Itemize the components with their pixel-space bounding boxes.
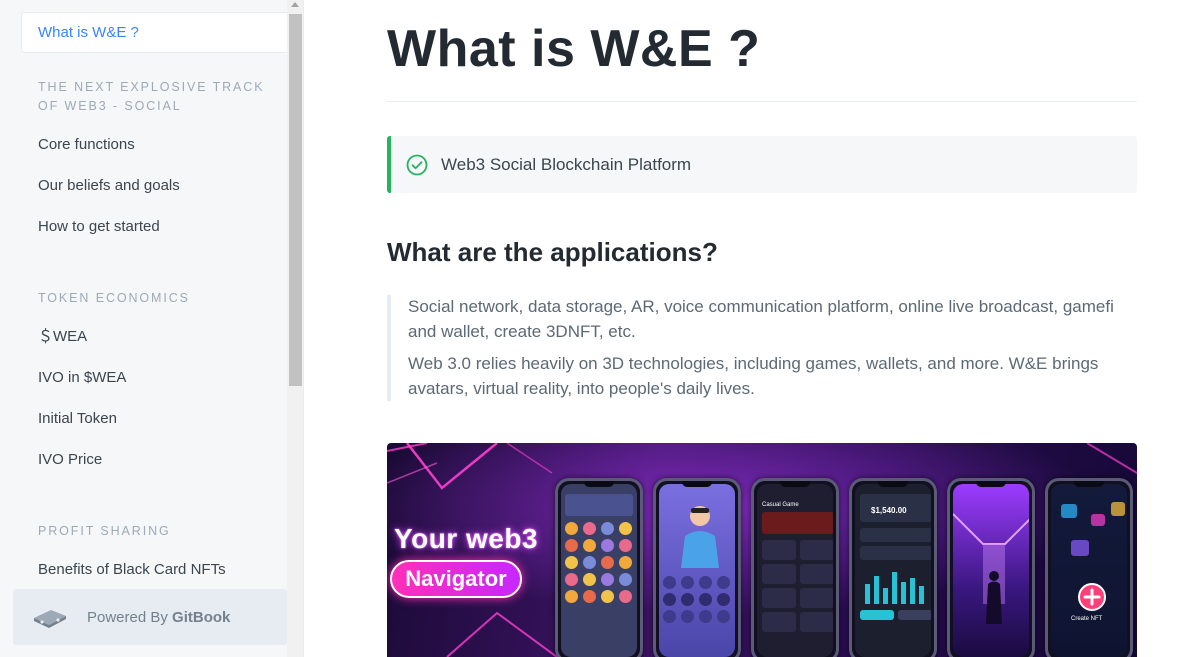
phone-screen: Create NFT [1051,484,1127,657]
avatar-figure [681,506,719,568]
hero-headline: Your web3 [394,523,539,554]
applications-heading: What are the applications? [387,237,718,267]
sidebar-item-wea[interactable]: ＄WEA [21,316,287,357]
wallet-balance: $1,540.00 [871,506,907,515]
phone-screen [561,484,637,657]
game-tile [762,540,796,560]
phone-icon-grid [663,576,731,623]
phone-notch [682,481,712,487]
sidebar-section-token-economics: TOKEN ECONOMICS [38,291,190,305]
wallet-button [898,610,931,620]
hero-navigator-pill: Navigator [390,560,522,598]
phone-screen [659,484,735,657]
sidebar-item-ivo-price[interactable]: IVO Price [21,439,287,480]
casual-game-label: Casual Game [762,502,799,508]
sidebar-item-what-is-we[interactable]: What is W&E ? [21,12,287,53]
phone-notch [584,481,614,487]
wallet-row [860,528,931,542]
hero-image: Your web3 Navigator Casual Game $1,540.0… [387,443,1137,657]
success-hint: Web3 Social Blockchain Platform [387,136,1137,193]
title-divider [387,101,1137,102]
sidebar-item-ivo-in-wea[interactable]: IVO in $WEA [21,357,287,398]
phone-mockup-contacts [555,478,643,657]
sidebar-item-black-card-nfts[interactable]: Benefits of Black Card NFTs [21,549,287,590]
sidebar-scrollbar-thumb[interactable] [289,14,302,386]
phone-screen: $1,540.00 [855,484,931,657]
quote-paragraph-2: Web 3.0 relies heavily on 3D technologie… [408,354,1099,398]
sidebar: What is W&E ? THE NEXT EXPLOSIVE TRACK O… [0,0,304,657]
hint-text: Web3 Social Blockchain Platform [441,154,692,174]
nft-block [1071,540,1089,556]
create-nft-label: Create NFT [1071,616,1103,622]
powered-by-text: Powered By GitBook [87,609,230,626]
main-content: What is W&E ? Web3 Social Blockchain Pla… [305,0,1200,657]
wallet-button [860,610,894,620]
sidebar-section-profit-sharing: PROFIT SHARING [38,524,171,538]
phone-header-card [565,494,633,516]
phone-notch [976,481,1006,487]
nft-block [1111,502,1125,516]
wallet-bar-graph [865,572,924,604]
phone-notch [878,481,908,487]
game-tile [800,540,833,560]
gitbook-icon [34,610,66,628]
vr-corridor-figure [953,513,1029,624]
sidebar-item-initial-token[interactable]: Initial Token [21,398,287,439]
game-tile [800,564,833,584]
applications-quote: Social network, data storage, AR, voice … [387,295,1137,401]
powered-by-gitbook-link[interactable]: Powered By GitBook [13,589,287,645]
game-tile [762,564,796,584]
wallet-row [860,546,931,560]
powered-by-prefix: Powered By [87,608,173,626]
nft-block [1091,514,1105,526]
phone-mockup-wallet: $1,540.00 [849,478,937,657]
phone-mockup-vr [947,478,1035,657]
nft-block [1061,504,1077,518]
phone-screen: Casual Game [757,484,833,657]
check-circle-icon [406,154,428,175]
game-tile [800,588,833,608]
phone-icon-grid [565,522,633,603]
phone-notch [780,481,810,487]
sidebar-section-web3-social: THE NEXT EXPLOSIVE TRACK OF WEB3 - SOCIA… [38,80,265,113]
sidebar-item-beliefs-goals[interactable]: Our beliefs and goals [21,165,287,206]
quote-paragraph-1: Social network, data storage, AR, voice … [408,297,1114,341]
phone-mockup-create-nft: Create NFT [1045,478,1133,657]
page-title: What is W&E ? [387,20,761,78]
phone-notch [1074,481,1104,487]
sidebar-item-core-functions[interactable]: Core functions [21,124,287,165]
phone-mockup-casual-game: Casual Game [751,478,839,657]
game-banner [762,512,833,534]
sidebar-item-get-started[interactable]: How to get started [21,206,287,247]
game-tile [800,612,833,632]
create-nft-plus-icon [1078,583,1106,611]
scroll-up-arrow-icon[interactable] [291,2,299,7]
game-tile [762,612,796,632]
phone-screen [953,484,1029,657]
phone-mockup-avatar [653,478,741,657]
gitbook-brand: GitBook [172,608,231,626]
game-tile [762,588,796,608]
